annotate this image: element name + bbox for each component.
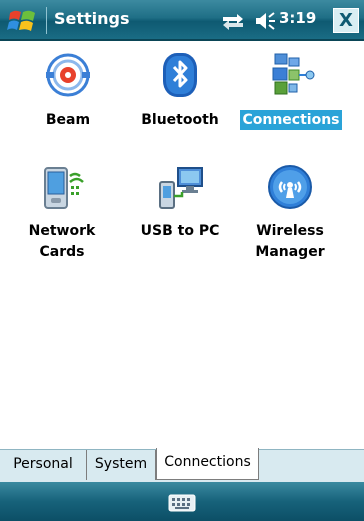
title-bar: Settings 3:19 X [0,0,364,41]
tab-connections[interactable]: Connections [156,448,259,480]
tab-personal[interactable]: Personal [0,450,87,480]
wireless-manager-label-line1: Wireless [256,223,324,239]
keyboard-icon[interactable] [168,494,196,512]
bluetooth-label: Bluetooth [141,112,219,128]
connections-item[interactable]: Connections [236,52,346,130]
tab-bar: Personal System Connections [0,448,364,482]
usb-to-pc-icon [159,167,203,209]
usb-to-pc-item[interactable]: USB to PC [130,162,230,241]
wireless-manager-label-line2: Manager [255,244,325,260]
usb-to-pc-label: USB to PC [140,223,220,239]
bluetooth-icon [163,53,197,97]
network-cards-icon [44,167,84,209]
status-time[interactable]: 3:19 [279,9,316,27]
connections-icon [272,53,315,95]
beam-item[interactable]: Beam [28,52,108,130]
close-button[interactable]: X [333,8,359,33]
network-cards-label-line2: Cards [39,244,85,260]
wireless-manager-item[interactable]: Wireless Manager [242,162,338,262]
beam-icon [46,53,90,97]
settings-screen: Settings 3:19 X Beam Bluetooth Connectio… [0,0,364,521]
beam-label: Beam [45,112,91,128]
title-separator [46,7,47,34]
window-title: Settings [54,9,130,28]
wireless-manager-icon [268,165,312,209]
tab-system[interactable]: System [87,450,156,480]
network-cards-item[interactable]: Network Cards [20,162,104,262]
volume-icon[interactable] [254,11,276,31]
connectivity-icon[interactable] [221,11,245,31]
bluetooth-item[interactable]: Bluetooth [130,52,230,130]
connections-label: Connections [240,110,342,130]
network-cards-label-line1: Network [28,223,96,239]
bottom-bar [0,482,364,521]
windows-start-icon[interactable] [6,5,40,35]
